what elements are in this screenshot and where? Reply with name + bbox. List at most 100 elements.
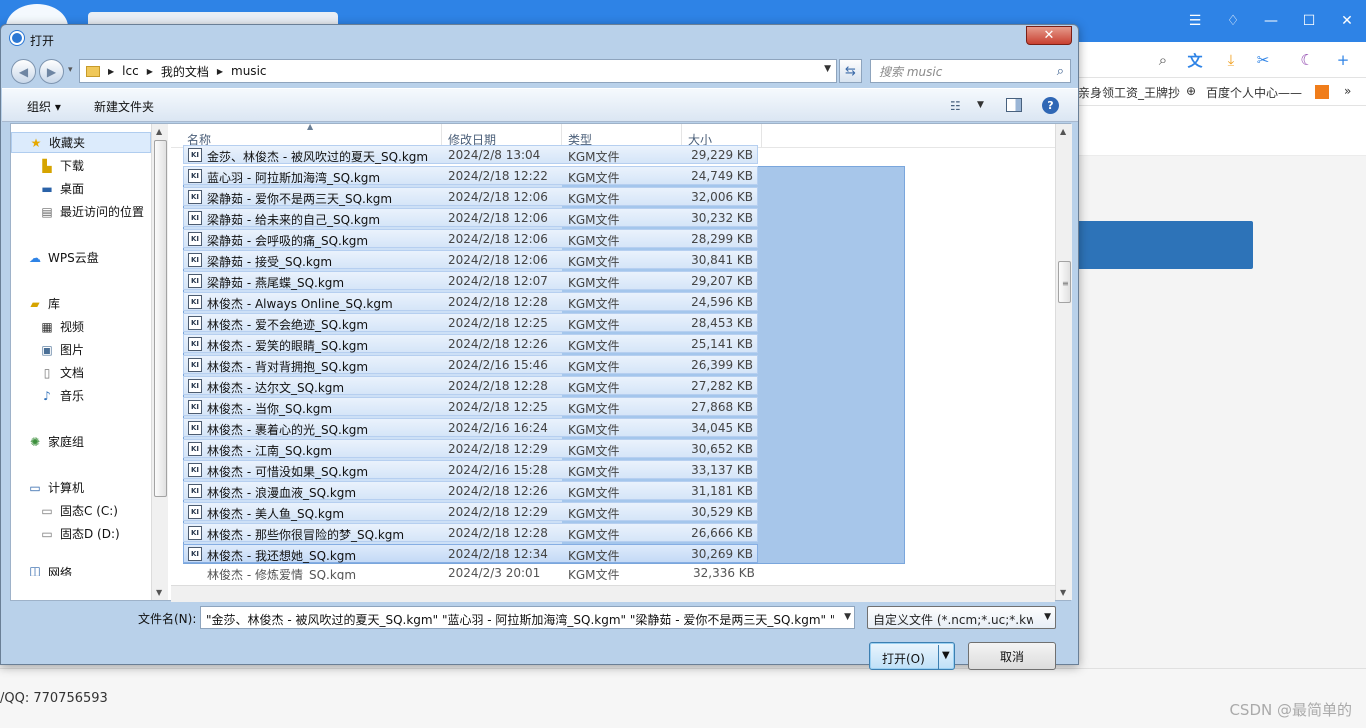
search-input[interactable]: 搜索 music ⌕ — [870, 59, 1071, 83]
sidebar-item-wps-cloud[interactable]: ☁ WPS云盘 — [11, 247, 151, 268]
file-row[interactable]: KI 林俊杰 - 爱不会绝迹_SQ.kgm 2024/2/18 12:25 KGM文件… — [183, 312, 758, 333]
refresh-button[interactable]: ⇆ — [839, 59, 862, 83]
file-row[interactable]: KI 林俊杰 - 背对背拥抱_SQ.kgm 2024/2/16 15:46 KGM文件… — [183, 354, 758, 375]
sidebar-item-recent[interactable]: ▤ 最近访问的位置 — [11, 201, 151, 222]
open-button[interactable]: 打开(O) ▼ — [869, 642, 955, 670]
sidebar-item-drive-d[interactable]: ▭ 固态D (D:) — [11, 523, 151, 544]
scroll-thumb[interactable]: ≡ — [1058, 261, 1071, 303]
file-row[interactable]: KI 蓝心羽 - 阿拉斯加海湾_SQ.kgm 2024/2/18 12:22 KGM文… — [183, 165, 758, 186]
file-row[interactable]: KI 林俊杰 - 我还想她_SQ.kgm 2024/2/18 12:34 KGM文件 3… — [183, 543, 758, 564]
file-row[interactable]: KI 林俊杰 - 那些你很冒险的梦_SQ.kgm 2024/2/18 12:28 KG… — [183, 522, 758, 543]
download-icon[interactable]: ⤓ — [1220, 50, 1242, 70]
sidebar-item-drive-c[interactable]: ▭ 固态C (C:) — [11, 500, 151, 521]
sidebar-item-favorites[interactable]: ★ 收藏夹 — [11, 132, 151, 153]
file-name: 林俊杰 - 达尔文_SQ.kgm — [207, 381, 345, 395]
sidebar-item-music[interactable]: ♪ 音乐 — [11, 385, 151, 406]
view-options-icon[interactable]: ☷ — [950, 99, 961, 113]
file-row[interactable]: KI 林俊杰 - 江南_SQ.kgm 2024/2/18 12:29 KGM文件 30,… — [183, 438, 758, 459]
kgm-file-icon: KI — [188, 505, 202, 519]
horizontal-scrollbar[interactable] — [171, 585, 1055, 602]
scissors-icon[interactable]: ✂ — [1252, 50, 1274, 70]
sidebar-item-libraries[interactable]: ▰ 库 — [11, 293, 151, 314]
cancel-button[interactable]: 取消 — [968, 642, 1056, 670]
file-date: 2024/2/16 15:46 — [448, 358, 548, 372]
recent-locations-dropdown[interactable]: ▾ — [68, 65, 73, 75]
kgm-file-icon: KI — [188, 232, 202, 246]
search-icon[interactable]: ⌕ — [1057, 64, 1064, 79]
preview-pane-icon[interactable] — [1006, 98, 1022, 112]
chevron-down-icon[interactable]: ▼ — [1044, 612, 1051, 622]
breadcrumb-item[interactable]: lcc — [122, 64, 139, 78]
sidebar-item-homegroup[interactable]: ✺ 家庭组 — [11, 431, 151, 452]
bookmarks-bar: 亲身领工资_王牌抄 ⊕ 百度个人中心—— » — [1078, 78, 1366, 106]
file-row[interactable]: KI 林俊杰 - 浪漫血液_SQ.kgm 2024/2/18 12:26 KGM文件 3… — [183, 480, 758, 501]
file-row[interactable]: KI 林俊杰 - Always Online_SQ.kgm 2024/2/18 12… — [183, 291, 758, 312]
chevron-down-icon[interactable]: ▼ — [942, 650, 950, 661]
maximize-icon[interactable]: ☐ — [1290, 0, 1328, 42]
scroll-up-icon[interactable]: ▲ — [156, 127, 162, 136]
moon-icon[interactable]: ☾ — [1296, 50, 1318, 70]
bookmark-item[interactable]: 百度个人中心—— — [1206, 84, 1302, 101]
scroll-down-icon[interactable]: ▼ — [1060, 588, 1066, 597]
scroll-down-icon[interactable]: ▼ — [156, 588, 162, 597]
filename-input[interactable]: "金莎、林俊杰 - 被风吹过的夏天_SQ.kgm" "蓝心羽 - 阿拉斯加海湾_… — [200, 606, 855, 629]
sidebar-item-computer[interactable]: ▭ 计算机 — [11, 477, 151, 498]
file-row[interactable]: KI 梁静茹 - 燕尾蝶_SQ.kgm 2024/2/18 12:07 KGM文件 29… — [183, 270, 758, 291]
chevron-down-icon[interactable]: ▼ — [844, 612, 851, 622]
file-row[interactable]: KI 林俊杰 - 爱笑的眼睛_SQ.kgm 2024/2/18 12:26 KGM文件… — [183, 333, 758, 354]
back-button[interactable]: ◀ — [11, 59, 36, 84]
file-date: 2024/2/18 12:28 — [448, 379, 548, 393]
scroll-thumb[interactable] — [154, 140, 167, 497]
browser-content-strip — [1078, 106, 1366, 156]
bookmark-item[interactable]: 亲身领工资_王牌抄 — [1078, 84, 1180, 101]
scroll-up-icon[interactable]: ▲ — [1060, 127, 1066, 136]
file-row[interactable]: KI 林俊杰 - 当你_SQ.kgm 2024/2/18 12:25 KGM文件 27,… — [183, 396, 758, 417]
minimize-icon[interactable]: — — [1252, 0, 1290, 42]
address-bar[interactable]: ▶ lcc ▶ 我的文档 ▶ music ▼ — [79, 59, 837, 83]
chevron-down-icon[interactable]: ▼ — [824, 64, 831, 74]
sidebar-item-pictures[interactable]: ▣ 图片 — [11, 339, 151, 360]
menu-icon[interactable]: ☰ — [1176, 0, 1214, 42]
translate-icon[interactable]: 文 — [1184, 50, 1206, 70]
sidebar-item-downloads[interactable]: ▙ 下载 — [11, 155, 151, 176]
file-list-scrollbar[interactable]: ▲ ≡ ▼ — [1055, 124, 1072, 600]
add-tab-icon[interactable]: + — [1332, 50, 1354, 70]
chevron-down-icon[interactable]: ▼ — [977, 100, 984, 110]
file-row[interactable]: KI 林俊杰 - 裹着心的光_SQ.kgm 2024/2/16 16:24 KGM文件… — [183, 417, 758, 438]
forward-button[interactable]: ▶ — [39, 59, 64, 84]
more-bookmarks-icon[interactable]: » — [1344, 84, 1351, 98]
file-row[interactable]: KI 梁静茹 - 爱你不是两三天_SQ.kgm 2024/2/18 12:06 KGM… — [183, 186, 758, 207]
sidebar-item-network[interactable]: ◫ 网络 — [11, 564, 151, 576]
chevron-right-icon[interactable]: ▶ — [147, 67, 153, 76]
file-type: KGM文件 — [568, 360, 620, 374]
sidebar-scrollbar[interactable]: ▲ ▼ — [151, 124, 168, 600]
file-row[interactable]: KI 梁静茹 - 给未来的自己_SQ.kgm 2024/2/18 12:06 KGM文… — [183, 207, 758, 228]
file-row-partial[interactable]: 林俊杰 - 修炼爱情_SQ.kgm 2024/2/3 20:01 KGM文件 3… — [183, 568, 783, 580]
organize-button[interactable]: 组织 ▾ — [27, 98, 61, 115]
sidebar-item-documents[interactable]: ▯ 文档 — [11, 362, 151, 383]
file-row[interactable]: KI 林俊杰 - 可惜没如果_SQ.kgm 2024/2/16 15:28 KGM文件… — [183, 459, 758, 480]
file-date: 2024/2/18 12:06 — [448, 190, 548, 204]
chevron-right-icon[interactable]: ▶ — [108, 67, 114, 76]
search-icon[interactable]: ⌕ — [1152, 50, 1174, 70]
kgm-file-icon: KI — [188, 148, 202, 162]
file-type-select[interactable]: 自定义文件 (*.ncm;*.uc;*.kwm; ▼ — [867, 606, 1056, 629]
sidebar-item-desktop[interactable]: ▬ 桌面 — [11, 178, 151, 199]
breadcrumb-item[interactable]: music — [231, 64, 266, 78]
file-row[interactable]: KI 金莎、林俊杰 - 被风吹过的夏天_SQ.kgm 2024/2/8 13:04 K… — [183, 144, 758, 165]
file-row[interactable]: KI 林俊杰 - 达尔文_SQ.kgm 2024/2/18 12:28 KGM文件 27… — [183, 375, 758, 396]
column-divider[interactable] — [761, 124, 762, 148]
close-button[interactable]: ✕ — [1026, 26, 1072, 45]
kgm-file-icon: KI — [188, 358, 202, 372]
file-row[interactable]: KI 梁静茹 - 会呼吸的痛_SQ.kgm 2024/2/18 12:06 KGM文件… — [183, 228, 758, 249]
breadcrumb-item[interactable]: 我的文档 — [161, 63, 209, 80]
file-row[interactable]: KI 林俊杰 - 美人鱼_SQ.kgm 2024/2/18 12:29 KGM文件 30… — [183, 501, 758, 522]
new-folder-button[interactable]: 新建文件夹 — [94, 98, 154, 115]
app-icon[interactable] — [1315, 85, 1329, 99]
help-icon[interactable]: ? — [1042, 97, 1059, 114]
sidebar-item-videos[interactable]: ▦ 视频 — [11, 316, 151, 337]
chevron-right-icon[interactable]: ▶ — [217, 67, 223, 76]
close-window-icon[interactable]: ✕ — [1328, 0, 1366, 42]
shirt-icon[interactable]: ♢ — [1214, 0, 1252, 42]
file-row[interactable]: KI 梁静茹 - 接受_SQ.kgm 2024/2/18 12:06 KGM文件 30,… — [183, 249, 758, 270]
